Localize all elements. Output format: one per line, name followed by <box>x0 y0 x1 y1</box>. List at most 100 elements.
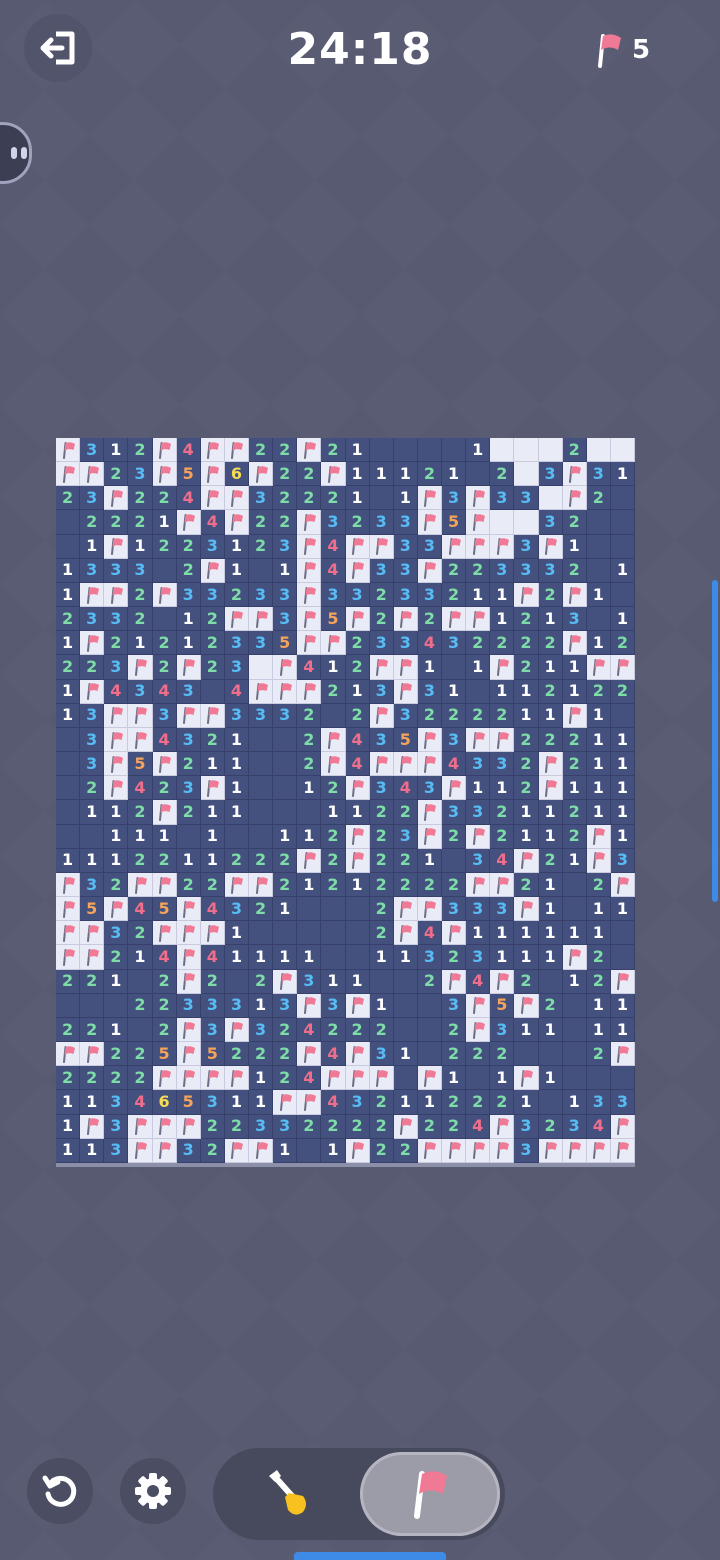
number-cell[interactable]: 2 <box>514 776 539 801</box>
number-cell[interactable]: 2 <box>538 582 563 608</box>
flagged-cell[interactable] <box>128 1114 153 1139</box>
number-cell[interactable]: 1 <box>610 824 635 849</box>
number-cell[interactable]: 3 <box>224 897 249 922</box>
number-cell[interactable]: 2 <box>586 969 611 994</box>
number-cell[interactable]: 1 <box>297 824 322 849</box>
number-cell[interactable]: 1 <box>514 824 539 849</box>
flagged-cell[interactable] <box>610 655 635 680</box>
empty-cell[interactable] <box>417 993 442 1018</box>
number-cell[interactable]: 1 <box>200 848 225 873</box>
number-cell[interactable]: 1 <box>224 945 249 970</box>
number-cell[interactable]: 2 <box>56 655 81 680</box>
number-cell[interactable]: 3 <box>538 462 563 487</box>
empty-cell[interactable] <box>586 558 611 583</box>
number-cell[interactable]: 3 <box>610 1090 635 1115</box>
number-cell[interactable]: 1 <box>369 993 394 1018</box>
flagged-cell[interactable] <box>273 1090 298 1115</box>
number-cell[interactable]: 1 <box>610 1017 635 1043</box>
number-cell[interactable]: 1 <box>176 631 201 656</box>
number-cell[interactable]: 2 <box>562 558 587 583</box>
number-cell[interactable]: 3 <box>80 607 105 632</box>
flagged-cell[interactable] <box>514 582 539 608</box>
flagged-cell[interactable] <box>200 1066 225 1091</box>
flagged-cell[interactable] <box>297 993 322 1018</box>
number-cell[interactable]: 1 <box>610 776 635 801</box>
number-cell[interactable]: 2 <box>273 1042 298 1067</box>
number-cell[interactable]: 2 <box>369 1090 394 1115</box>
number-cell[interactable]: 2 <box>562 824 587 849</box>
number-cell[interactable]: 2 <box>273 872 298 898</box>
number-cell[interactable]: 1 <box>224 921 249 946</box>
number-cell[interactable]: 1 <box>104 800 129 825</box>
number-cell[interactable]: 2 <box>514 607 539 632</box>
empty-cell[interactable] <box>249 752 274 777</box>
flagged-cell[interactable] <box>490 872 515 898</box>
flagged-cell[interactable] <box>393 655 418 680</box>
number-cell[interactable]: 3 <box>538 558 563 583</box>
number-cell[interactable]: 2 <box>417 872 442 898</box>
number-cell[interactable]: 2 <box>80 655 105 680</box>
number-cell[interactable]: 1 <box>80 534 105 559</box>
flagged-cell[interactable] <box>393 921 418 946</box>
number-cell[interactable]: 2 <box>273 510 298 535</box>
number-cell[interactable]: 5 <box>176 1090 201 1115</box>
unrevealed-cell[interactable] <box>514 462 539 487</box>
flagged-cell[interactable] <box>442 776 467 801</box>
flagged-cell[interactable] <box>610 1042 635 1067</box>
number-cell[interactable]: 3 <box>417 945 442 970</box>
number-cell[interactable]: 1 <box>562 679 587 704</box>
number-cell[interactable]: 3 <box>176 582 201 608</box>
number-cell[interactable]: 2 <box>321 776 346 801</box>
empty-cell[interactable] <box>56 800 81 825</box>
number-cell[interactable]: 1 <box>538 897 563 922</box>
number-cell[interactable]: 3 <box>273 534 298 559</box>
number-cell[interactable]: 1 <box>586 582 611 608</box>
flagged-cell[interactable] <box>176 921 201 946</box>
number-cell[interactable]: 4 <box>297 1066 322 1091</box>
number-cell[interactable]: 2 <box>369 921 394 946</box>
unrevealed-cell[interactable] <box>490 438 515 463</box>
flagged-cell[interactable] <box>297 510 322 535</box>
number-cell[interactable]: 2 <box>345 510 370 535</box>
flagged-cell[interactable] <box>610 872 635 898</box>
number-cell[interactable]: 3 <box>128 558 153 583</box>
flagged-cell[interactable] <box>128 872 153 898</box>
empty-cell[interactable] <box>442 655 467 680</box>
number-cell[interactable]: 3 <box>176 1138 201 1163</box>
number-cell[interactable]: 2 <box>128 486 153 511</box>
number-cell[interactable]: 2 <box>442 945 467 970</box>
number-cell[interactable]: 2 <box>538 631 563 656</box>
number-cell[interactable]: 1 <box>466 655 491 680</box>
flagged-cell[interactable] <box>176 1114 201 1139</box>
number-cell[interactable]: 2 <box>490 1042 515 1067</box>
flagged-cell[interactable] <box>562 486 587 511</box>
flagged-cell[interactable] <box>80 1114 105 1139</box>
flagged-cell[interactable] <box>56 897 81 922</box>
number-cell[interactable]: 5 <box>442 510 467 535</box>
number-cell[interactable]: 3 <box>466 800 491 825</box>
number-cell[interactable]: 2 <box>152 969 177 994</box>
number-cell[interactable]: 3 <box>466 945 491 970</box>
number-cell[interactable]: 3 <box>200 993 225 1018</box>
number-cell[interactable]: 1 <box>345 462 370 487</box>
number-cell[interactable]: 3 <box>80 486 105 511</box>
flagged-cell[interactable] <box>249 607 274 632</box>
number-cell[interactable]: 3 <box>297 969 322 994</box>
empty-cell[interactable] <box>249 800 274 825</box>
number-cell[interactable]: 5 <box>152 1042 177 1067</box>
empty-cell[interactable] <box>56 752 81 777</box>
flagged-cell[interactable] <box>442 921 467 946</box>
number-cell[interactable]: 3 <box>490 1017 515 1043</box>
number-cell[interactable]: 3 <box>442 631 467 656</box>
number-cell[interactable]: 1 <box>56 848 81 873</box>
empty-cell[interactable] <box>562 1066 587 1091</box>
number-cell[interactable]: 1 <box>345 486 370 511</box>
flagged-cell[interactable] <box>249 462 274 487</box>
number-cell[interactable]: 2 <box>393 872 418 898</box>
number-cell[interactable]: 3 <box>466 752 491 777</box>
empty-cell[interactable] <box>56 993 81 1018</box>
number-cell[interactable]: 1 <box>417 1090 442 1115</box>
number-cell[interactable]: 3 <box>369 776 394 801</box>
flagged-cell[interactable] <box>345 848 370 873</box>
number-cell[interactable]: 1 <box>273 897 298 922</box>
